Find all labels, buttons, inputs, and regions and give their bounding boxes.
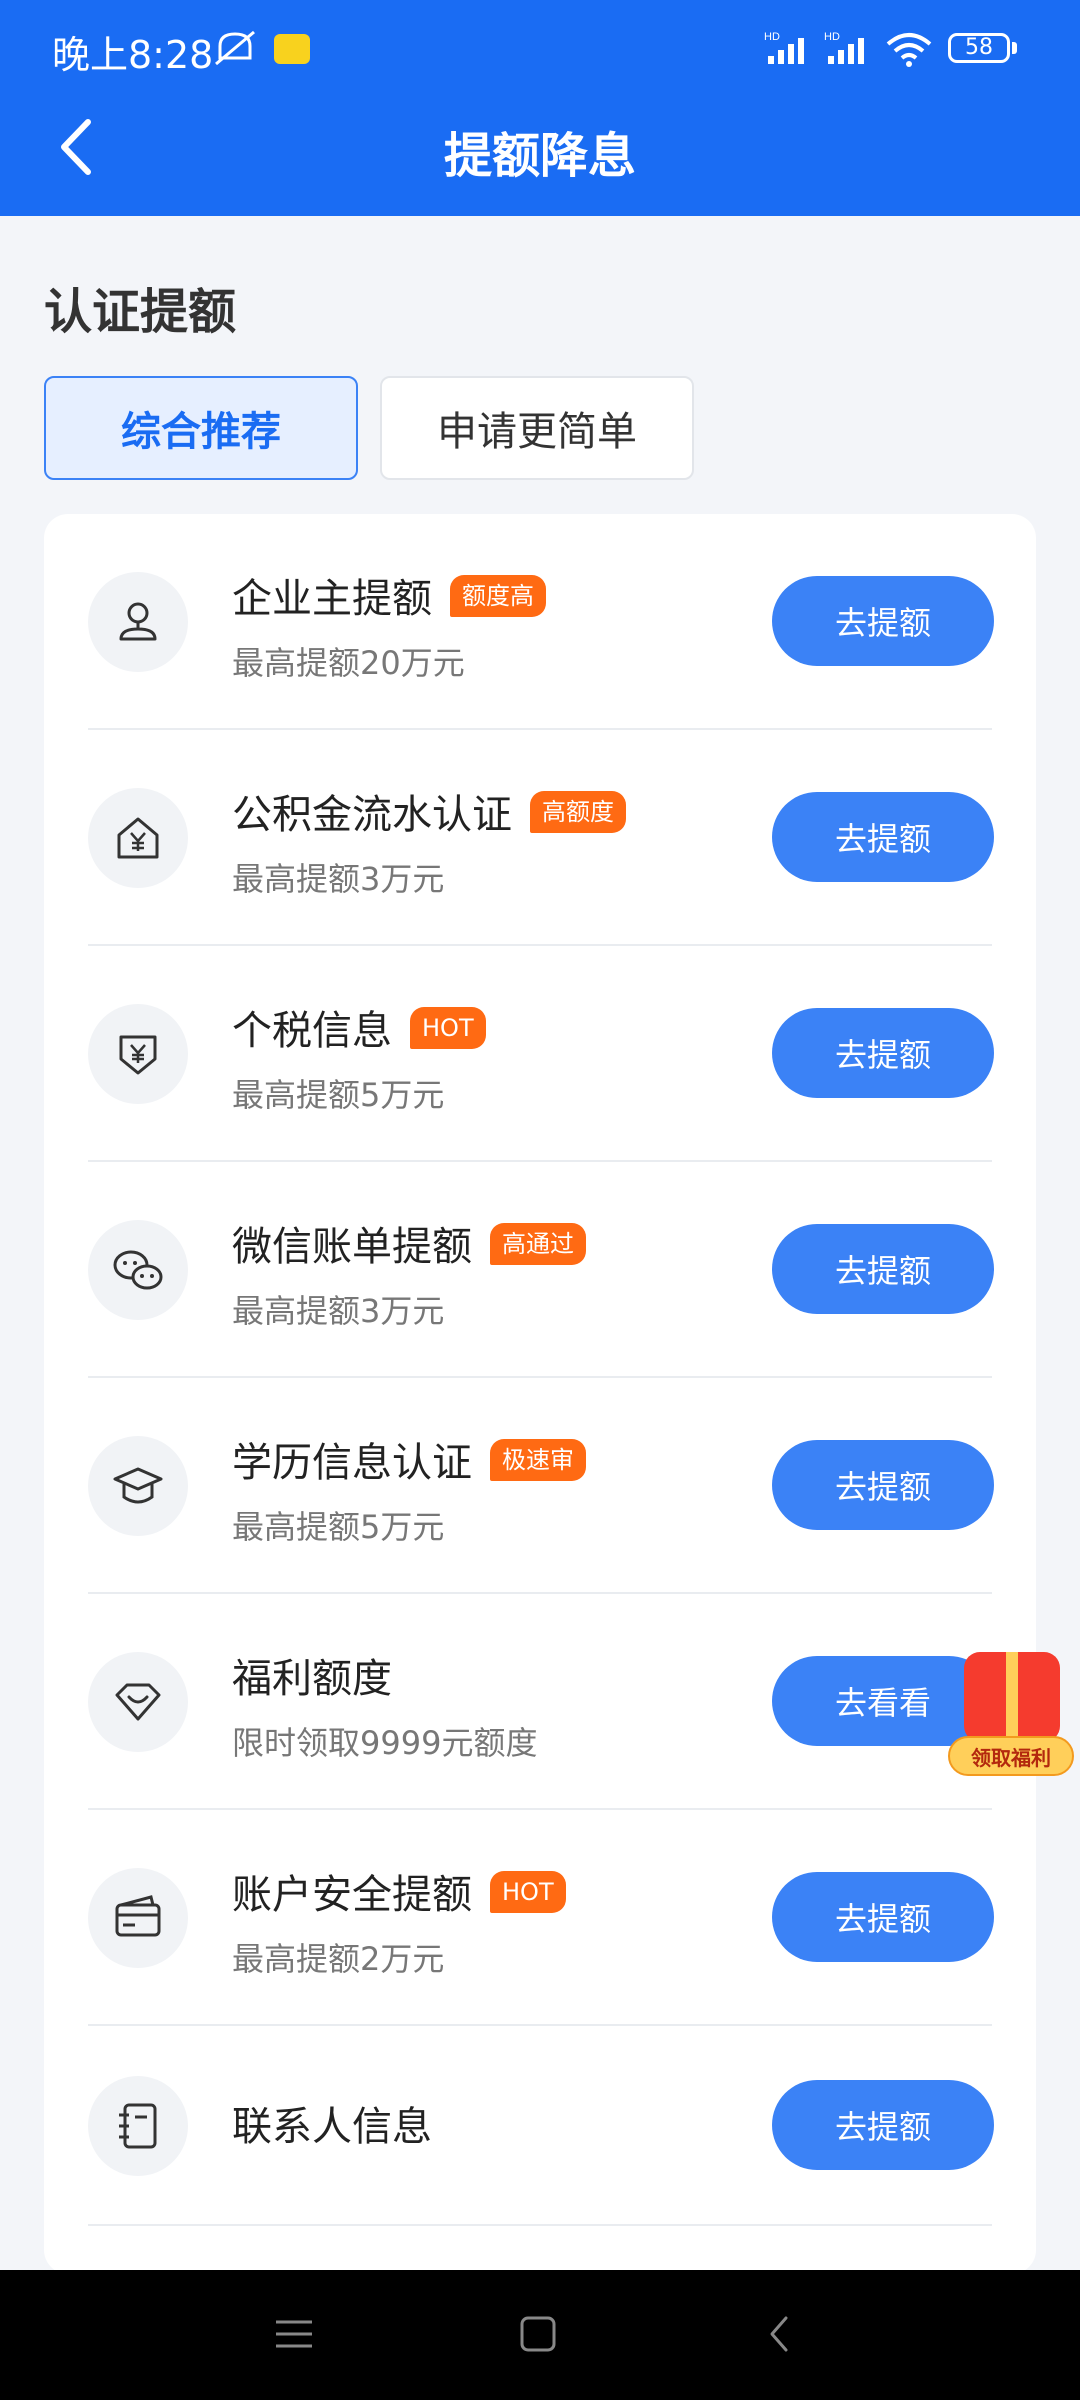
menu-icon[interactable] <box>270 2310 318 2358</box>
list-item[interactable]: 微信账单提额 高通过 最高提额3万元 去提额 <box>88 1162 994 1378</box>
mute-icon <box>215 30 255 66</box>
gift-heart-icon <box>88 1652 188 1752</box>
claim-benefits-label: 领取福利 <box>948 1736 1074 1776</box>
contacts-book-icon <box>88 2076 188 2176</box>
card-icon <box>88 1868 188 1968</box>
item-subtitle: 最高提额3万元 <box>232 1292 445 1330</box>
signal-icon-2: HD <box>824 31 864 64</box>
item-subtitle: 最高提额5万元 <box>232 1508 445 1546</box>
home-icon[interactable] <box>514 2310 562 2358</box>
raise-limit-button[interactable]: 去提额 <box>772 1008 994 1098</box>
raise-limit-button[interactable]: 去提额 <box>772 2080 994 2170</box>
app-notification-icon <box>274 34 310 64</box>
app-header: 晚上8:28 HD HD 58 提额降息 <box>0 0 1080 216</box>
item-subtitle: 最高提额2万元 <box>232 1940 445 1978</box>
nav-back-icon[interactable] <box>756 2310 804 2358</box>
list-item[interactable]: 企业主提额 额度高 最高提额20万元 去提额 <box>88 514 994 730</box>
list-item[interactable]: 福利额度 限时领取9999元额度 去看看 <box>88 1594 994 1810</box>
item-title: 联系人信息 <box>232 2104 432 2150</box>
floating-gift-widget[interactable]: 领取福利 <box>948 1644 1074 1784</box>
person-icon <box>88 572 188 672</box>
gift-ribbon <box>1006 1652 1018 1742</box>
system-nav-bar <box>0 2270 1080 2400</box>
status-bar: 晚上8:28 HD HD 58 <box>0 0 1080 96</box>
page-title: 提额降息 <box>443 128 636 184</box>
signal-icon: HD <box>764 31 804 64</box>
graduation-cap-icon <box>88 1436 188 1536</box>
list-item[interactable]: 学历信息认证 极速审 最高提额5万元 去提额 <box>88 1378 994 1594</box>
list-item[interactable]: 账户安全提额 HOT 最高提额2万元 去提额 <box>88 1810 994 2026</box>
raise-limit-button[interactable]: 去提额 <box>772 792 994 882</box>
hd-label: HD <box>764 31 780 43</box>
item-title: 福利额度 <box>232 1656 392 1702</box>
item-subtitle: 最高提额3万元 <box>232 860 445 898</box>
item-title: 企业主提额 额度高 <box>232 566 546 624</box>
hd-label-2: HD <box>824 31 840 43</box>
item-title: 个税信息 HOT <box>232 998 486 1056</box>
status-time: 晚上8:28 <box>52 33 214 77</box>
item-subtitle: 最高提额20万元 <box>232 644 465 682</box>
item-badge: 高额度 <box>530 791 626 833</box>
list-item[interactable]: 个税信息 HOT 最高提额5万元 去提额 <box>88 946 994 1162</box>
battery-tip <box>1012 42 1017 54</box>
shield-yen-icon <box>88 1004 188 1104</box>
item-title: 学历信息认证 极速审 <box>232 1430 586 1488</box>
item-badge: HOT <box>410 1007 486 1049</box>
item-badge: 额度高 <box>450 575 546 617</box>
raise-limit-button[interactable]: 去提额 <box>772 1872 994 1962</box>
item-title: 账户安全提额 HOT <box>232 1862 566 1920</box>
item-subtitle: 限时领取9999元额度 <box>232 1724 538 1762</box>
item-badge: 高通过 <box>490 1223 586 1265</box>
tab-simple-apply[interactable]: 申请更简单 <box>380 376 694 480</box>
house-yen-icon <box>88 788 188 888</box>
battery-indicator: 58 <box>948 33 1010 63</box>
raise-limit-button[interactable]: 去提额 <box>772 576 994 666</box>
credit-list-card: 企业主提额 额度高 最高提额20万元 去提额 公积金流水认证 高额度 最高提额3万元… <box>44 514 1036 2274</box>
item-badge: 极速审 <box>490 1439 586 1481</box>
list-item[interactable]: 联系人信息 去提额 <box>88 2026 994 2226</box>
list-item[interactable]: 公积金流水认证 高额度 最高提额3万元 去提额 <box>88 730 994 946</box>
wechat-icon <box>88 1220 188 1320</box>
item-subtitle: 最高提额5万元 <box>232 1076 445 1114</box>
raise-limit-button[interactable]: 去提额 <box>772 1224 994 1314</box>
raise-limit-button[interactable]: 去提额 <box>772 1440 994 1530</box>
section-title: 认证提额 <box>44 284 237 340</box>
item-badge: HOT <box>490 1871 566 1913</box>
tab-comprehensive[interactable]: 综合推荐 <box>44 376 358 480</box>
item-title: 公积金流水认证 高额度 <box>232 782 626 840</box>
item-title: 微信账单提额 高通过 <box>232 1214 586 1272</box>
wifi-icon <box>886 33 932 67</box>
